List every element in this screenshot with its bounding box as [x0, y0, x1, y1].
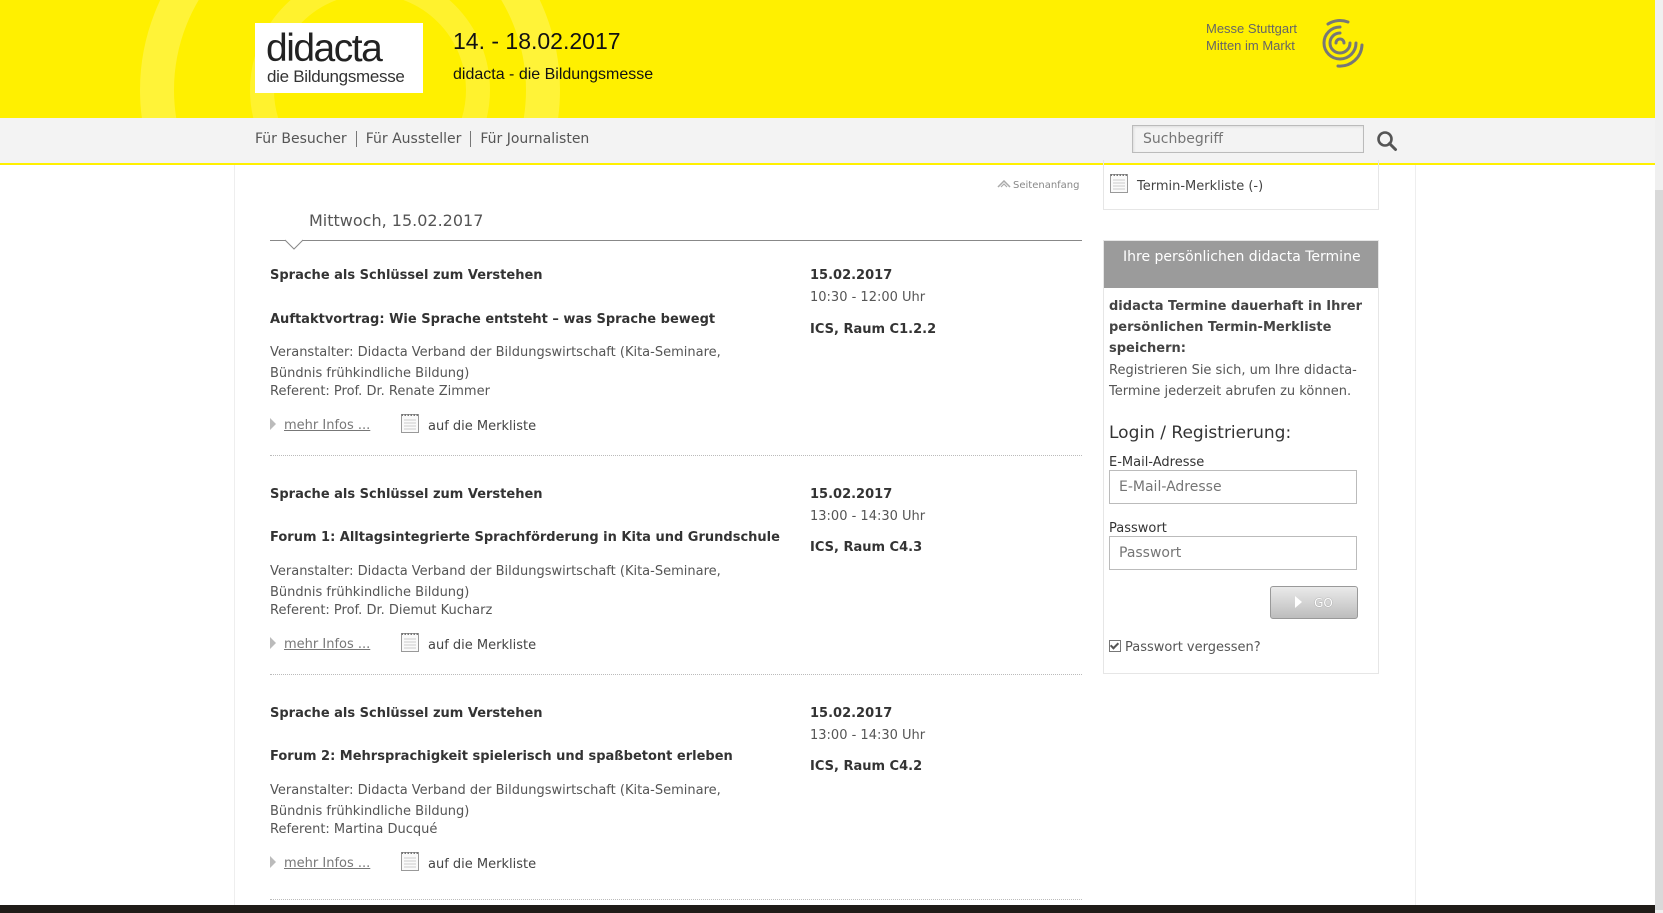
event-date: 15.02.2017 — [810, 487, 893, 502]
add-to-notelist-button[interactable]: auf die Merkliste — [400, 412, 536, 434]
event-separator — [270, 674, 1082, 675]
event-title: Forum 2: Mehrsprachigkeit spielerisch un… — [270, 749, 733, 764]
event-name: didacta - die Bildungsmesse — [453, 66, 654, 83]
sidebar-merkliste-box: Termin-Merkliste (-) — [1103, 160, 1379, 210]
logo-sub-text: die Bildungsmesse — [267, 67, 405, 86]
day-divider — [270, 240, 1082, 241]
event-separator — [270, 455, 1082, 456]
nav-item-aussteller[interactable]: Für Aussteller — [355, 131, 471, 147]
login-box-title: Ihre persönlichen didacta Termine — [1104, 241, 1378, 288]
event-referent: Referent: Prof. Dr. Renate Zimmer — [270, 384, 490, 399]
up-arrow-icon — [997, 179, 1011, 188]
heading-notch-icon — [285, 239, 304, 250]
event-date: 15.02.2017 — [810, 706, 893, 721]
event-series: Sprache als Schlüssel zum Verstehen — [270, 706, 543, 721]
login-info-text: Registrieren Sie sich, um Ihre didacta-T… — [1109, 363, 1357, 399]
add-to-notelist-button[interactable]: auf die Merkliste — [400, 850, 536, 872]
more-info-label: mehr Infos ... — [284, 856, 371, 871]
notepad-icon — [401, 852, 419, 871]
go-button[interactable]: GO — [1270, 586, 1358, 619]
more-info-link[interactable]: mehr Infos ... — [270, 637, 370, 652]
email-label: E-Mail-Adresse — [1109, 455, 1205, 470]
taskbar-edge — [0, 905, 1655, 913]
logo-main-text: didacta — [266, 27, 383, 70]
notepad-icon — [1110, 174, 1128, 193]
event-time: 13:00 - 14:30 Uhr — [810, 509, 926, 524]
page-scrollbar[interactable] — [1655, 0, 1663, 913]
merkliste-link[interactable]: Termin-Merkliste (-) — [1109, 172, 1263, 194]
more-info-link[interactable]: mehr Infos ... — [270, 418, 370, 433]
event-dates: 14. - 18.02.2017 — [453, 28, 621, 54]
arrow-right-icon — [270, 418, 276, 430]
event-title: Forum 1: Alltagsintegrierte Sprachförder… — [270, 530, 780, 545]
event-series: Sprache als Schlüssel zum Verstehen — [270, 268, 543, 283]
login-lead-text: didacta Termine dauerhaft in Ihrer persö… — [1109, 299, 1362, 356]
forgot-password-label: Passwort vergessen? — [1125, 640, 1261, 655]
more-info-label: mehr Infos ... — [284, 637, 371, 652]
nav-items: Für Besucher Für Aussteller Für Journalist… — [255, 131, 598, 147]
magnifier-icon[interactable] — [1376, 130, 1398, 152]
event-date: 15.02.2017 — [810, 268, 893, 283]
email-field[interactable] — [1109, 470, 1357, 504]
event-room: ICS, Raum C4.2 — [810, 759, 923, 774]
event-separator — [270, 899, 1082, 900]
to-top-label: Seitenanfang — [1013, 180, 1080, 191]
event-referent: Referent: Martina Ducqué — [270, 822, 438, 837]
scrollbar-thumb[interactable] — [1655, 190, 1663, 910]
nav-item-besucher[interactable]: Für Besucher — [255, 131, 356, 147]
password-field[interactable] — [1109, 536, 1357, 570]
event-item: Sprache als Schlüssel zum Verstehen Foru… — [270, 487, 1082, 687]
messe-line1: Messe Stuttgart — [1206, 21, 1298, 36]
check-icon — [1109, 640, 1121, 652]
event-time: 10:30 - 12:00 Uhr — [810, 290, 926, 305]
event-room: ICS, Raum C4.3 — [810, 540, 923, 555]
event-organizer: Veranstalter: Didacta Verband der Bildun… — [270, 783, 721, 819]
swirl-logo-icon[interactable] — [1316, 18, 1364, 68]
more-info-link[interactable]: mehr Infos ... — [270, 856, 370, 871]
event-room: ICS, Raum C1.2.2 — [810, 322, 937, 337]
site-header: didacta die Bildungsmesse 14. - 18.02.20… — [0, 0, 1655, 118]
event-title: Auftaktvortrag: Wie Sprache entsteht – w… — [270, 312, 716, 327]
event-item: Sprache als Schlüssel zum Verstehen Auft… — [270, 268, 1082, 468]
login-heading: Login / Registrierung: — [1109, 423, 1292, 443]
messe-line2: Mitten im Markt — [1206, 38, 1295, 53]
nav-item-journalisten[interactable]: Für Journalisten — [470, 131, 598, 147]
password-label: Passwort — [1109, 521, 1167, 536]
arrow-right-icon — [1295, 595, 1303, 608]
event-time: 13:00 - 14:30 Uhr — [810, 728, 926, 743]
notelist-label: auf die Merkliste — [428, 419, 537, 434]
event-series: Sprache als Schlüssel zum Verstehen — [270, 487, 543, 502]
search-input[interactable] — [1132, 125, 1364, 153]
notepad-icon — [401, 633, 419, 652]
event-item: Sprache als Schlüssel zum Verstehen Foru… — [270, 706, 1082, 906]
main-nav: Für Besucher Für Aussteller Für Journalist… — [0, 118, 1655, 165]
event-organizer: Veranstalter: Didacta Verband der Bildun… — [270, 564, 721, 600]
to-top-link[interactable]: Seitenanfang — [997, 179, 1080, 191]
arrow-right-icon — [270, 637, 276, 649]
forgot-password-link[interactable]: Passwort vergessen? — [1109, 640, 1261, 655]
notepad-icon — [401, 414, 419, 433]
merkliste-label: Termin-Merkliste (-) — [1137, 179, 1264, 194]
go-label: GO — [1314, 595, 1333, 610]
more-info-label: mehr Infos ... — [284, 418, 371, 433]
event-organizer: Veranstalter: Didacta Verband der Bildun… — [270, 345, 721, 381]
notelist-label: auf die Merkliste — [428, 857, 537, 872]
notelist-label: auf die Merkliste — [428, 638, 537, 653]
event-referent: Referent: Prof. Dr. Diemut Kucharz — [270, 603, 493, 618]
messe-stuttgart-text[interactable]: Messe Stuttgart Mitten im Markt — [1206, 20, 1297, 54]
add-to-notelist-button[interactable]: auf die Merkliste — [400, 631, 536, 653]
arrow-right-icon — [270, 856, 276, 868]
day-heading: Mittwoch, 15.02.2017 — [309, 211, 484, 230]
didacta-logo[interactable]: didacta die Bildungsmesse — [255, 23, 423, 93]
login-box: Ihre persönlichen didacta Termine didact… — [1103, 240, 1379, 674]
